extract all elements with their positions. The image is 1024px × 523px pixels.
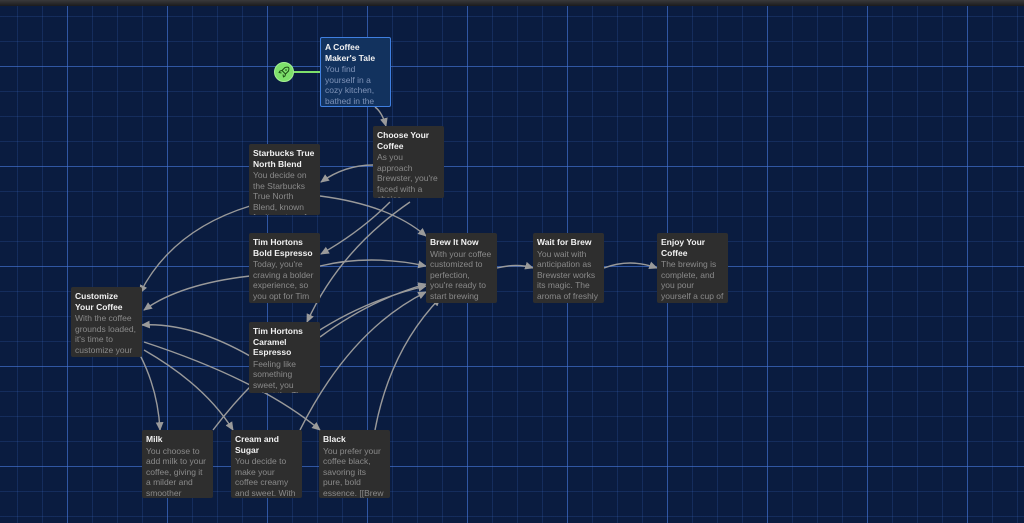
passage-title: Customize Your Coffee (75, 291, 123, 312)
link-brew-wait (496, 261, 534, 270)
link-timbold-brew (319, 259, 427, 269)
link-starbucks-customize (139, 205, 251, 294)
passage-enjoy-your-coffee[interactable]: Enjoy Your Coffee The brewing is complet… (657, 233, 728, 303)
link-choose-timcaramel (306, 201, 411, 323)
link-tale-choose (374, 106, 388, 127)
link-timbold-customize (143, 275, 251, 311)
passage-milk[interactable]: Milk You choose to add milk to your coff… (142, 430, 213, 498)
passage-excerpt: You find yourself in a cozy kitchen, bat… (325, 64, 375, 106)
start-story-marker[interactable] (274, 62, 294, 82)
passage-excerpt: With your coffee customized to perfectio… (430, 248, 492, 301)
passage-choose-your-coffee[interactable]: Choose Your Coffee As you approach Brews… (373, 126, 444, 198)
passage-a-coffee-makers-tale[interactable]: A Coffee Maker's Tale You find yourself … (320, 37, 391, 107)
passage-title: A Coffee Maker's Tale (325, 42, 376, 63)
link-timcaramel-brew (319, 282, 427, 338)
passage-title: Starbucks True North Blend (253, 148, 315, 169)
link-timcaramel-customize (141, 320, 251, 357)
passage-title: Brew It Now (430, 237, 479, 247)
passage-tim-hortons-caramel-espresso[interactable]: Tim Hortons Caramel Espresso Feeling lik… (249, 322, 320, 393)
link-customize-cream (143, 349, 234, 431)
passage-excerpt: With the coffee grounds loaded, it's tim… (75, 313, 136, 355)
rocket-icon (278, 66, 290, 78)
link-customize-milk (139, 354, 164, 431)
passage-excerpt: You decide on the Starbucks True North B… (253, 170, 307, 215)
passage-excerpt: Today, you're craving a bolder experienc… (253, 259, 314, 301)
passage-title: Wait for Brew (537, 237, 592, 247)
passage-title: Tim Hortons Bold Espresso (253, 237, 313, 258)
passage-title: Tim Hortons Caramel Espresso (253, 326, 303, 357)
passage-excerpt: Feeling like something sweet, you select… (253, 358, 305, 394)
passage-title: Cream and Sugar (235, 434, 279, 455)
link-choose-timbold (320, 201, 391, 255)
passage-starbucks-true-north-blend[interactable]: Starbucks True North Blend You decide on… (249, 144, 320, 215)
passage-excerpt: You choose to add milk to your coffee, g… (146, 445, 206, 498)
passage-title: Choose Your Coffee (377, 130, 430, 151)
passage-cream-and-sugar[interactable]: Cream and Sugar You decide to make your … (231, 430, 302, 498)
passage-title: Milk (146, 434, 163, 444)
passage-brew-it-now[interactable]: Brew It Now With your coffee customized … (426, 233, 497, 303)
passage-excerpt: The brewing is complete, and you pour yo… (661, 259, 724, 303)
passage-black[interactable]: Black You prefer your coffee black, savo… (319, 430, 390, 498)
passage-excerpt: You prefer your coffee black, savoring i… (323, 445, 384, 498)
passage-excerpt: You wait with anticipation as Brewster w… (537, 248, 598, 304)
passage-title: Enjoy Your Coffee (661, 237, 706, 258)
start-connector (294, 71, 321, 73)
link-wait-enjoy (603, 261, 658, 269)
passage-tim-hortons-bold-espresso[interactable]: Tim Hortons Bold Espresso Today, you're … (249, 233, 320, 303)
passage-excerpt: You decide to make your coffee creamy an… (235, 456, 296, 498)
link-black-brew (374, 297, 441, 431)
passage-excerpt: As you approach Brewster, you're faced w… (377, 152, 438, 198)
passage-customize-your-coffee[interactable]: Customize Your Coffee With the coffee gr… (71, 287, 142, 357)
link-starbucks-brew (319, 195, 427, 237)
link-choose-starbucks (320, 164, 374, 183)
passage-title: Black (323, 434, 346, 444)
passage-wait-for-brew[interactable]: Wait for Brew You wait with anticipation… (533, 233, 604, 303)
top-toolbar-edge (0, 0, 1024, 6)
